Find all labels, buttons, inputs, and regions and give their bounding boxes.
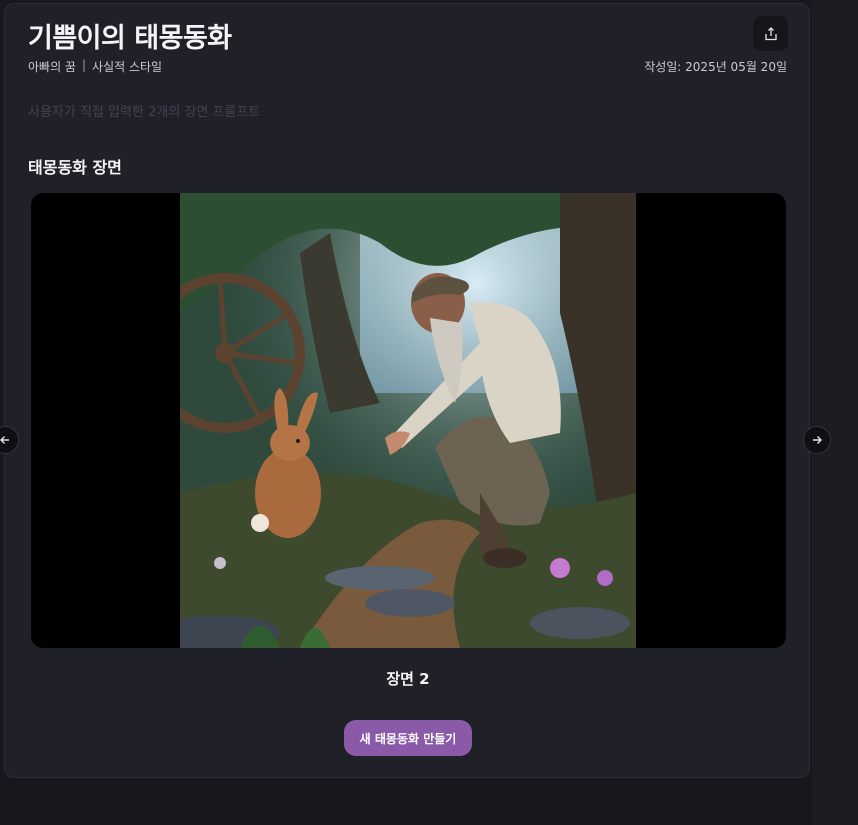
next-scene-button[interactable] [803,426,831,454]
story-style: 사실적 스타일 [92,60,163,74]
meta-separator: | [81,58,87,72]
story-meta: 아빠의 꿈 | 사실적 스타일 [28,58,162,75]
share-icon [764,26,777,40]
new-story-button[interactable]: 새 태몽동화 만들기 [344,720,472,756]
prev-scene-button[interactable] [0,426,19,454]
scene-viewer [31,193,786,648]
created-date: 작성일: 2025년 05월 20일 [644,60,787,74]
section-title: 태몽동화 장면 [28,158,122,177]
page-title: 기쁨이의 태몽동화 [28,23,232,54]
page-side-strip [812,0,858,825]
share-button[interactable] [753,16,788,51]
scene-label: 장면 2 [386,670,430,688]
dream-owner: 아빠의 꿈 [28,60,76,74]
prompt-note: 사용자가 직접 입력한 2개의 장면 프롬프트 [28,105,261,120]
scene-image [180,193,636,648]
arrow-left-icon [0,436,9,444]
arrow-right-icon [813,436,822,444]
story-card: 기쁨이의 태몽동화 아빠의 꿈 | 사실적 스타일 작성일: 2025년 05월… [0,3,831,778]
